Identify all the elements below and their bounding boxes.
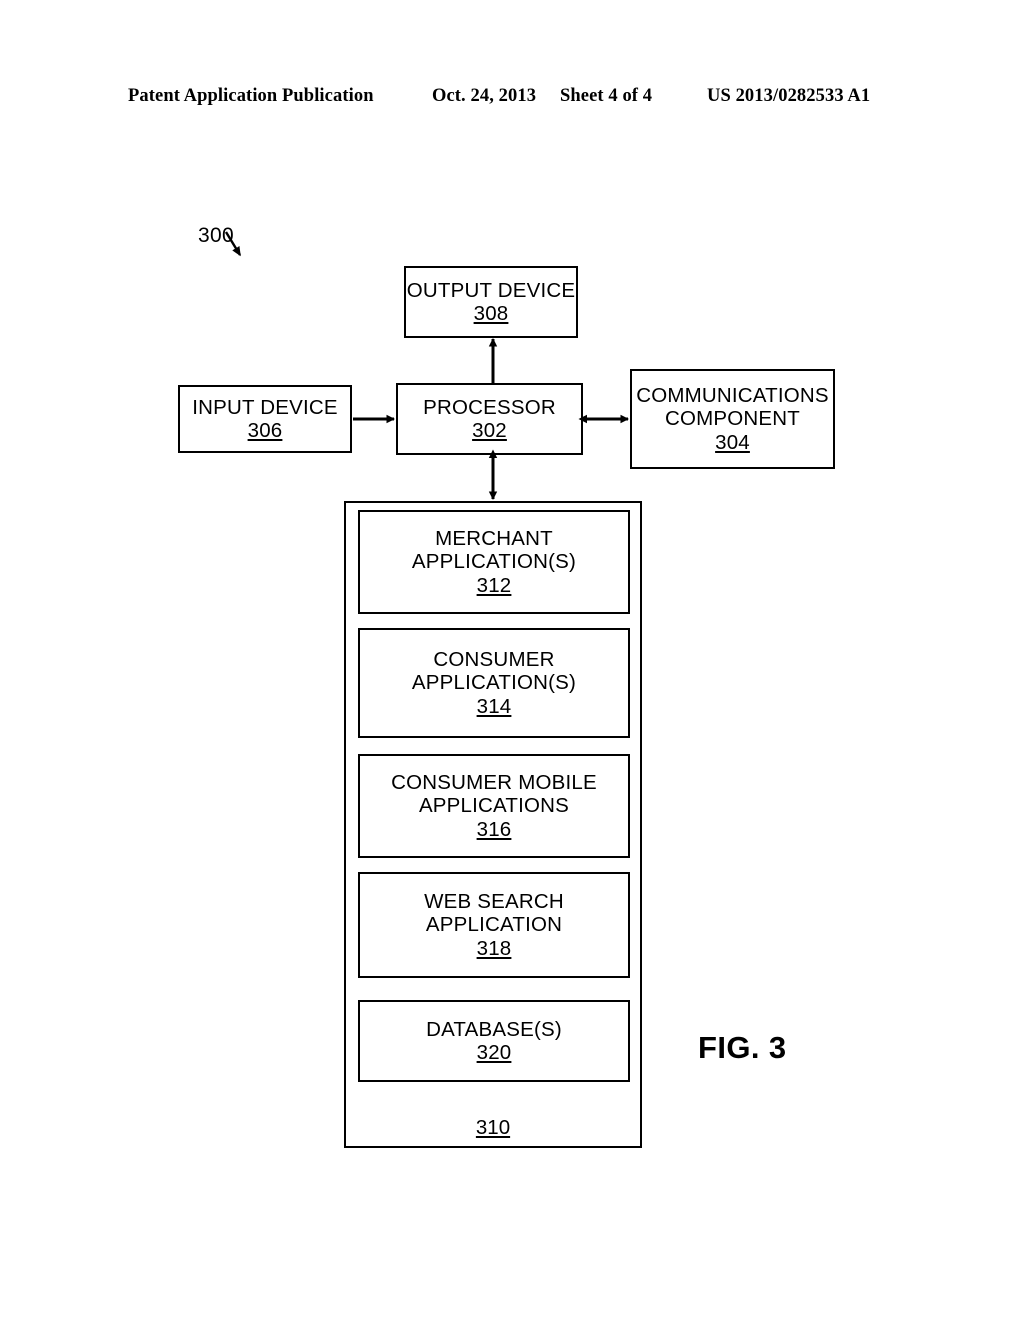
block-input-device: INPUT DEVICE 306: [178, 385, 352, 453]
block-consumer-mobile-applications-ref: 316: [476, 817, 512, 841]
block-communications-component-ref: 304: [715, 430, 750, 454]
block-memory-container-ref: 310: [475, 1116, 511, 1139]
block-consumer-mobile-applications: CONSUMER MOBILE APPLICATIONS 316: [358, 754, 630, 858]
system-reference-numeral-300: 300: [198, 224, 234, 247]
block-merchant-applications-label-line2: APPLICATION(S): [411, 550, 577, 574]
block-merchant-applications: MERCHANT APPLICATION(S) 312: [358, 510, 630, 614]
block-processor: PROCESSOR 302: [396, 383, 583, 455]
block-consumer-mobile-applications-label-line2: APPLICATIONS: [418, 794, 570, 818]
block-communications-component: COMMUNICATIONS COMPONENT 304: [630, 369, 835, 469]
block-web-search-application: WEB SEARCH APPLICATION 318: [358, 872, 630, 978]
block-processor-ref: 302: [472, 419, 507, 442]
block-output-device: OUTPUT DEVICE 308: [404, 266, 578, 338]
block-output-device-label: OUTPUT DEVICE: [406, 278, 576, 302]
block-databases-label: DATABASE(S): [426, 1017, 562, 1041]
block-communications-component-label-line1: COMMUNICATIONS: [636, 383, 829, 407]
block-processor-label: PROCESSOR: [423, 395, 556, 419]
block-web-search-application-ref: 318: [476, 936, 512, 960]
block-input-device-ref: 306: [247, 419, 283, 442]
block-databases-ref: 320: [476, 1041, 512, 1064]
block-consumer-applications-label-line2: APPLICATION(S): [411, 671, 577, 695]
block-consumer-applications-label-line1: CONSUMER: [433, 647, 555, 671]
block-merchant-applications-label-line1: MERCHANT: [435, 526, 553, 550]
block-consumer-applications: CONSUMER APPLICATION(S) 314: [358, 628, 630, 738]
patent-figure-3: 300 OUTPUT DEVICE 308 INPUT DEVICE 306 P…: [0, 0, 1024, 1320]
block-consumer-applications-ref: 314: [476, 694, 512, 718]
block-output-device-ref: 308: [473, 302, 509, 325]
block-databases: DATABASE(S) 320: [358, 1000, 630, 1082]
block-web-search-application-label-line1: WEB SEARCH: [424, 889, 564, 913]
block-communications-component-label-line2: COMPONENT: [664, 407, 801, 431]
block-merchant-applications-ref: 312: [476, 573, 512, 597]
block-consumer-mobile-applications-label-line1: CONSUMER MOBILE: [391, 770, 597, 794]
block-web-search-application-label-line2: APPLICATION: [425, 913, 563, 937]
figure-label: FIG. 3: [698, 1030, 787, 1065]
block-input-device-label: INPUT DEVICE: [192, 395, 338, 419]
